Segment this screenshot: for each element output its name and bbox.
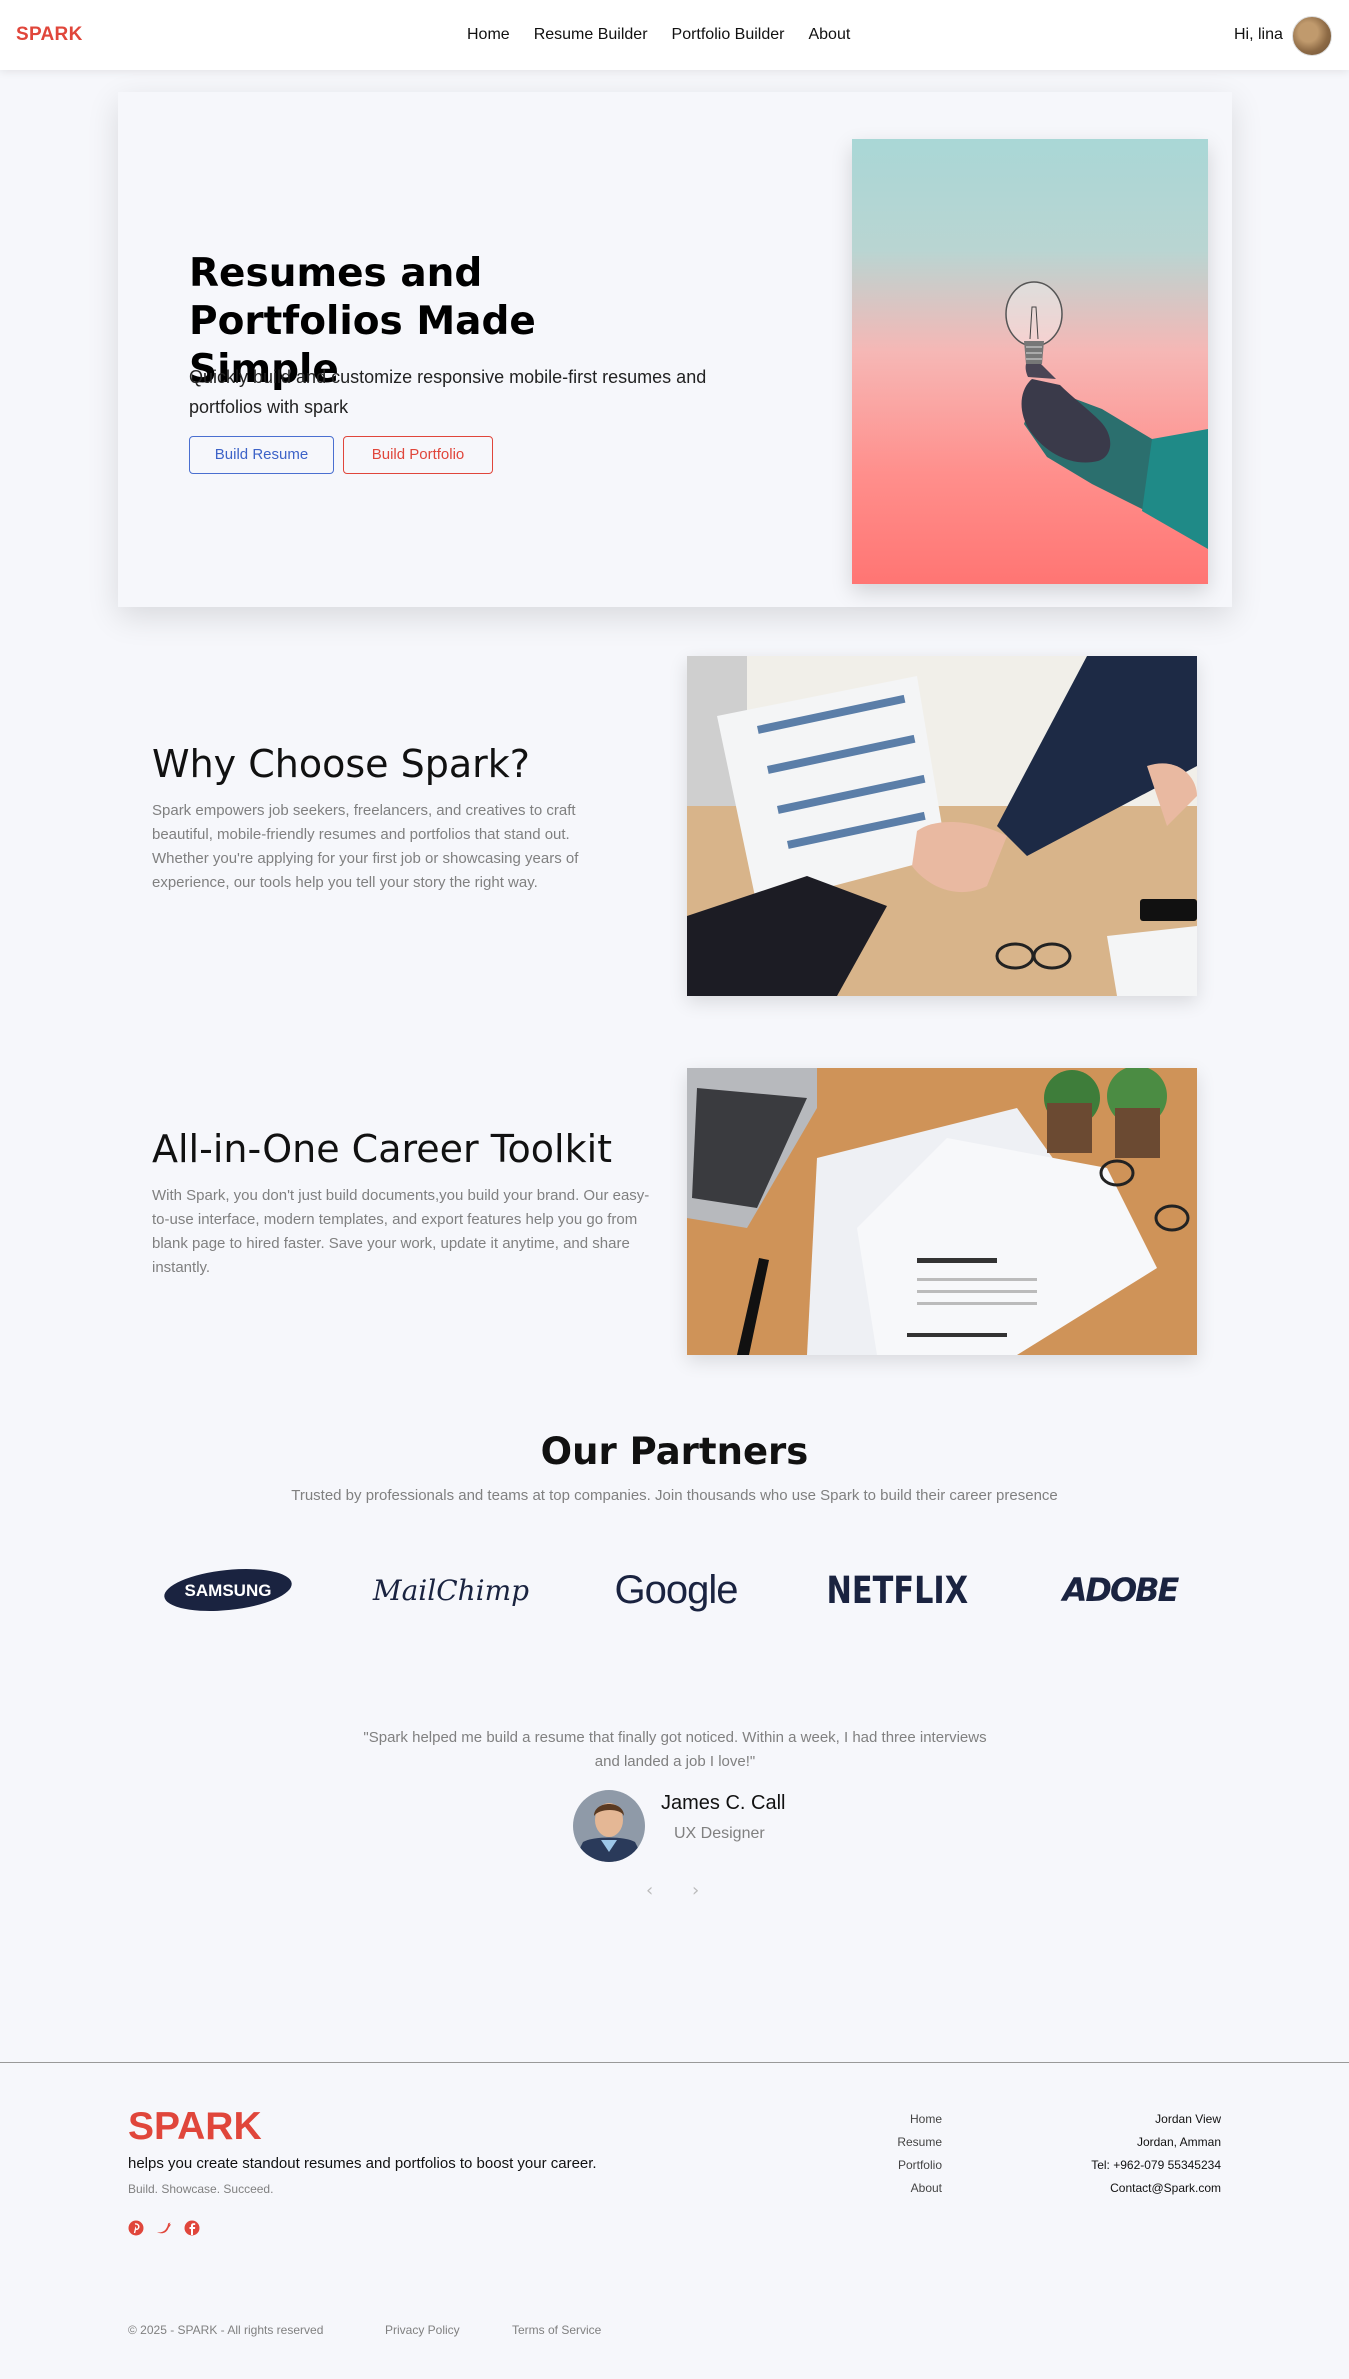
nav-links: Home Resume Builder Portfolio Builder Ab… — [467, 26, 850, 44]
footer-link-resume[interactable]: Resume — [842, 2131, 942, 2154]
carousel-next-arrow[interactable]: › — [692, 1880, 699, 1901]
why-section-title: Why Choose Spark? — [152, 742, 530, 786]
resume-desk-image — [687, 1068, 1197, 1355]
testimonial-quote: "Spark helped me build a resume that fin… — [363, 1729, 987, 1770]
footer-brand: SPARK — [128, 2105, 262, 2148]
adobe-logo-text: ADOBE — [1062, 1571, 1180, 1609]
adobe-logo: ADOBE — [1050, 1565, 1190, 1615]
hero-subtitle: Quickly build and customize responsive m… — [189, 367, 707, 417]
netflix-logo-text: NETFLIX — [826, 1568, 969, 1612]
brand-logo[interactable]: SPARK — [16, 24, 83, 46]
facebook-icon[interactable] — [184, 2220, 200, 2236]
twitter-icon[interactable] — [156, 2220, 172, 2236]
testimonial-role: UX Designer — [674, 1825, 765, 1842]
handshake-image — [687, 656, 1197, 996]
footer-contact: Jordan View Jordan, Amman Tel: +962-079 … — [1000, 2108, 1221, 2200]
nav-link-resume-builder[interactable]: Resume Builder — [534, 26, 648, 44]
footer-tagline: helps you create standout resumes and po… — [128, 2155, 597, 2172]
nav-link-about[interactable]: About — [808, 26, 850, 44]
partners-subtitle: Trusted by professionals and teams at to… — [291, 1487, 1058, 1504]
footer-links: Home Resume Portfolio About — [842, 2108, 942, 2200]
nav-link-portfolio-builder[interactable]: Portfolio Builder — [672, 26, 785, 44]
samsung-logo-text: SAMSUNG — [185, 1581, 272, 1600]
samsung-logo: SAMSUNG — [162, 1565, 294, 1615]
netflix-logo: NETFLIX — [825, 1565, 970, 1615]
why-section-text: Spark empowers job seekers, freelancers,… — [152, 802, 579, 891]
google-logo-text: Google — [614, 1567, 739, 1612]
google-logo: Google — [606, 1565, 746, 1615]
testimonial-avatar — [573, 1790, 645, 1862]
testimonial-name: James C. Call — [661, 1792, 786, 1814]
contact-phone: Tel: +962-079 55345234 — [1091, 2158, 1221, 2172]
social-links — [128, 2220, 200, 2236]
toolkit-section-title: All-in-One Career Toolkit — [152, 1127, 613, 1171]
copyright: © 2025 - SPARK - All rights reserved — [128, 2323, 324, 2337]
privacy-policy-link[interactable]: Privacy Policy — [385, 2323, 460, 2337]
footer-link-home[interactable]: Home — [842, 2108, 942, 2131]
hero-card: Resumes and Portfolios Made Simple Quick… — [118, 92, 1232, 607]
user-avatar[interactable] — [1292, 16, 1332, 56]
contact-line-1: Jordan View — [1155, 2112, 1221, 2126]
footer-divider — [0, 2062, 1349, 2063]
carousel-prev-arrow[interactable]: ‹ — [646, 1880, 653, 1901]
contact-email[interactable]: Contact@Spark.com — [1000, 2177, 1221, 2200]
mailchimp-logo: MailChimp — [373, 1565, 529, 1615]
terms-of-service-link[interactable]: Terms of Service — [512, 2323, 601, 2337]
contact-line-2: Jordan, Amman — [1136, 2135, 1221, 2149]
mailchimp-logo-text: MailChimp — [372, 1573, 530, 1607]
build-portfolio-button[interactable]: Build Portfolio — [343, 436, 493, 474]
top-navbar: SPARK Home Resume Builder Portfolio Buil… — [0, 0, 1349, 70]
pinterest-icon[interactable] — [128, 2220, 144, 2236]
footer-link-portfolio[interactable]: Portfolio — [842, 2154, 942, 2177]
nav-link-home[interactable]: Home — [467, 26, 510, 44]
footer-motto: Build. Showcase. Succeed. — [128, 2182, 274, 2196]
user-greeting: Hi, lina — [1234, 26, 1283, 43]
build-resume-button[interactable]: Build Resume — [189, 436, 334, 474]
hero-lightbulb-image — [852, 139, 1208, 584]
partners-title: Our Partners — [540, 1430, 809, 1473]
footer-link-about[interactable]: About — [842, 2177, 942, 2200]
toolkit-section-text: With Spark, you don't just build documen… — [152, 1187, 650, 1276]
